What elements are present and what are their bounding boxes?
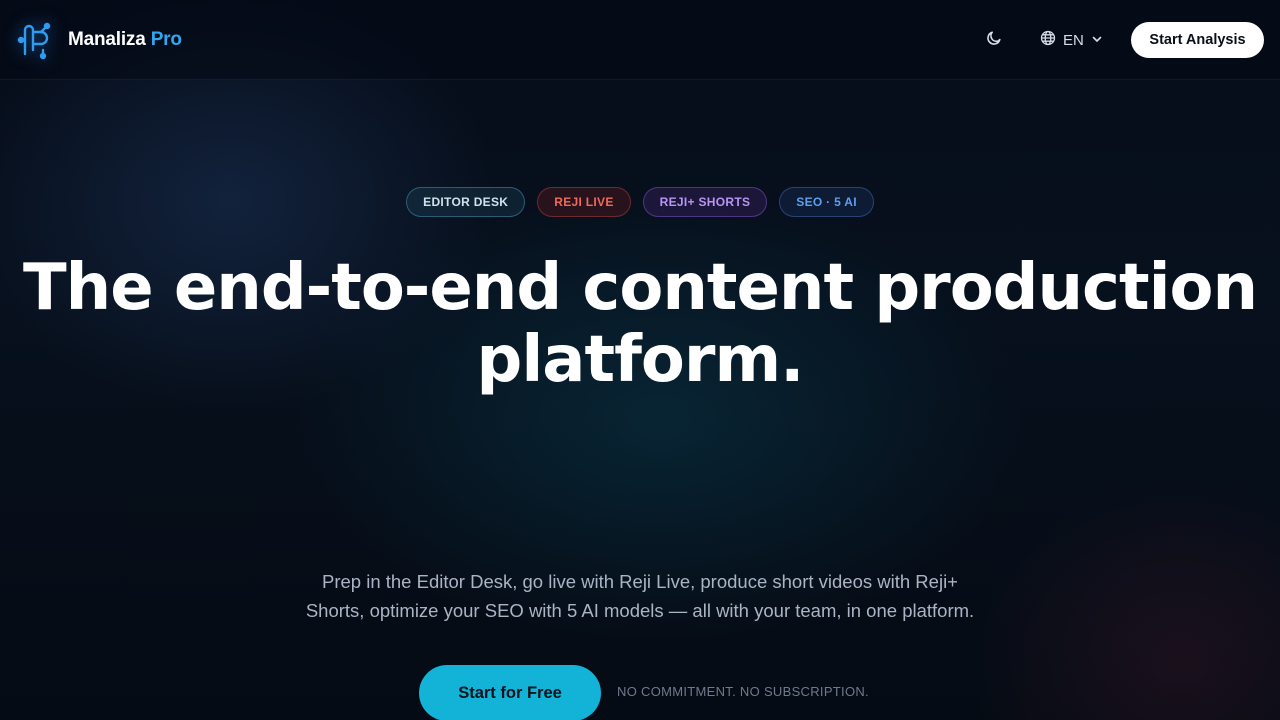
hero-title-line-1: The end-to-end content production: [22, 251, 1258, 325]
hero-title-line-2: platform.: [476, 323, 805, 397]
brand-name-accent: Pro: [150, 29, 182, 50]
hero-subtitle-line-2: Shorts, optimize your SEO with 5 AI mode…: [305, 600, 975, 621]
hero-subtitle-line-1: Prep in the Editor Desk, go live with Re…: [322, 571, 958, 592]
hero-subtitle: Prep in the Editor Desk, go live with Re…: [290, 567, 990, 625]
product-badges: EDITOR DESK REJI LIVE REJI+ SHORTS SEO ·…: [0, 187, 1280, 217]
theme-toggle-button[interactable]: [982, 28, 1006, 52]
language-value: EN: [1063, 31, 1084, 49]
chevron-down-icon: [1091, 32, 1103, 49]
top-nav: Manaliza Pro EN Start Analysis: [0, 0, 1280, 80]
badge-seo-ai[interactable]: SEO · 5 AI: [779, 187, 874, 217]
brand-name: Manaliza Pro: [68, 29, 182, 51]
moon-icon: [986, 30, 1002, 50]
brand-name-primary: Manaliza: [68, 29, 146, 50]
no-commitment-note: NO COMMITMENT. NO SUBSCRIPTION.: [617, 684, 869, 699]
badge-reji-live[interactable]: REJI LIVE: [537, 187, 631, 217]
start-analysis-button[interactable]: Start Analysis: [1131, 22, 1264, 58]
start-for-free-button[interactable]: Start for Free: [419, 665, 601, 720]
brand-logo[interactable]: Manaliza Pro: [16, 18, 182, 62]
hero-title: The end-to-end content production platfo…: [0, 252, 1280, 396]
brain-circuit-icon: [16, 20, 56, 60]
language-selector[interactable]: EN: [1040, 26, 1103, 54]
globe-icon: [1040, 30, 1056, 50]
badge-editor-desk[interactable]: EDITOR DESK: [406, 187, 526, 217]
badge-reji-shorts[interactable]: REJI+ SHORTS: [642, 187, 768, 217]
